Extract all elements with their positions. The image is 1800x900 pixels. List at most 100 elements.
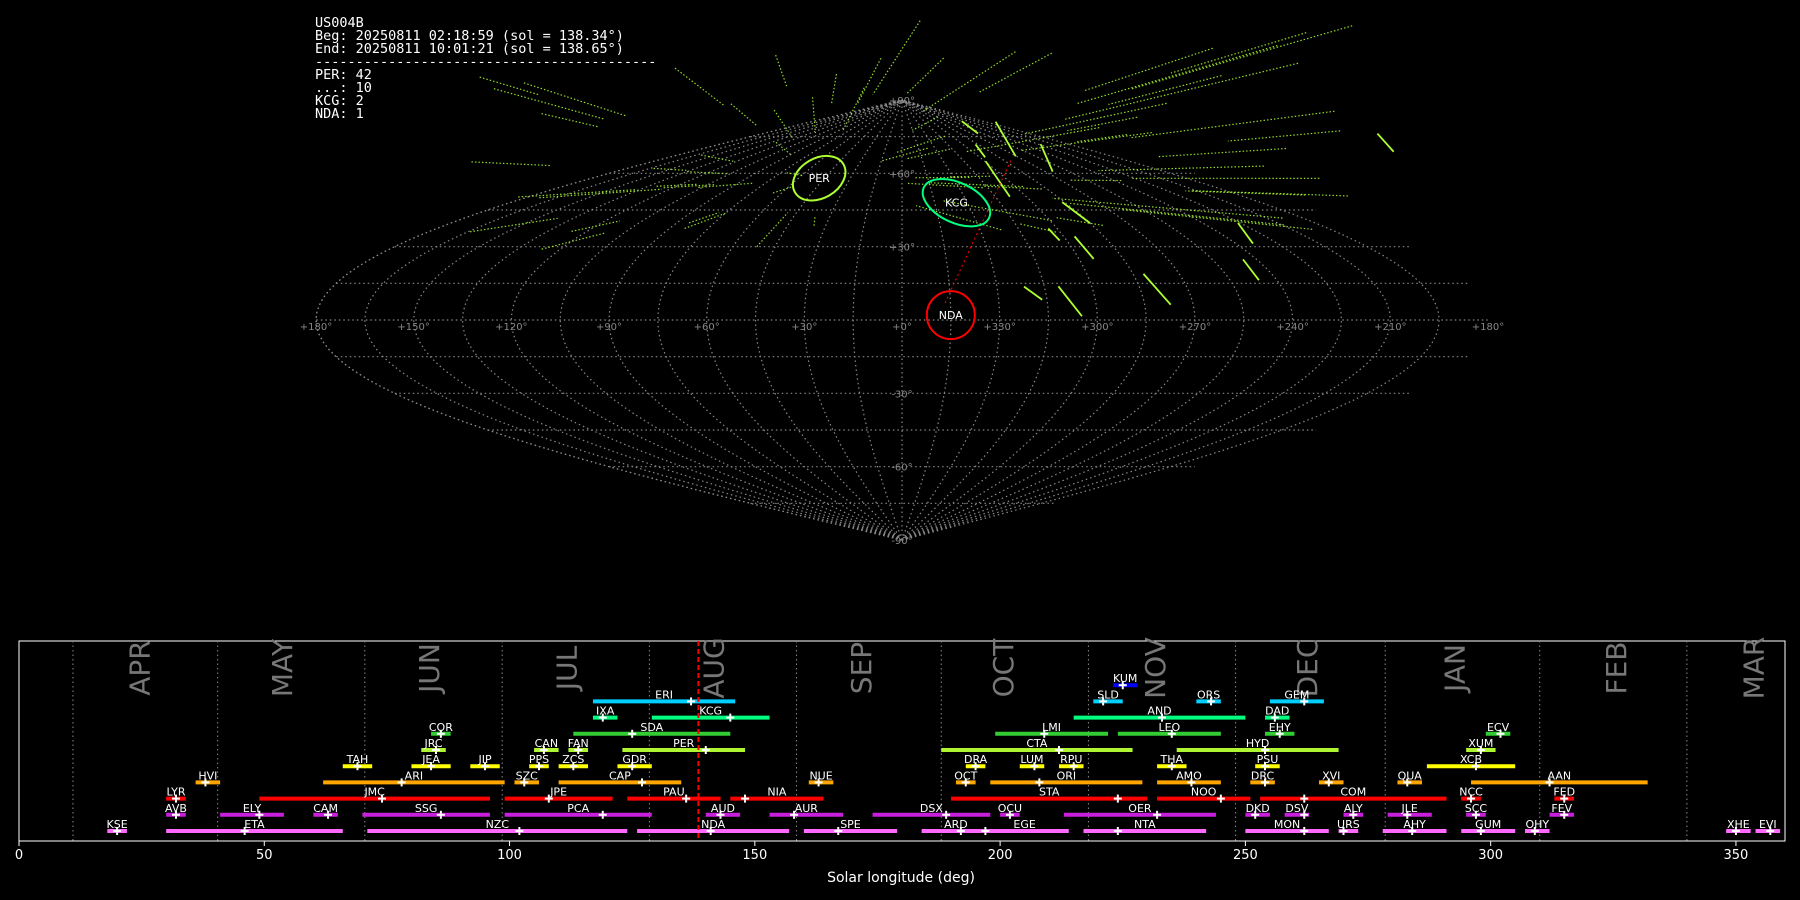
shower-label-eta: ETA [244,818,265,831]
meteor-track [1098,165,1264,172]
shower-label-qua: QUA [1398,769,1423,782]
meteor-track [872,20,921,95]
month-label: JUN [413,643,446,695]
meteor-track [1376,132,1395,153]
shower-label-ahy: AHY [1403,818,1426,831]
shower-label-ecv: ECV [1487,721,1510,734]
shower-label-sld: SLD [1097,688,1119,701]
shower-label-ari: ARI [405,769,423,782]
lon-tick-label: +180° [1472,322,1504,333]
meteor-track [1129,110,1335,139]
shower-label-kcg: KCG [699,705,722,718]
meteor-track [471,161,552,167]
shower-label-eri: ERI [655,688,673,701]
shower-label-xum: XUM [1468,737,1493,750]
shower-label-noo: NOO [1191,786,1217,799]
shower-label-kse: KSE [107,818,128,831]
radiant-label-kcg: KCG [945,197,968,210]
shower-label-hyd: HYD [1246,737,1269,750]
lat-tick-label: +30° [889,243,915,254]
shower-label-ixa: IXA [596,705,615,718]
shower-label-aud: AUD [711,802,735,815]
meteor-track [539,188,662,199]
shower-label-ncc: NCC [1459,786,1483,799]
shower-label-cap: CAP [609,769,631,782]
meteor-track [469,217,558,233]
radiant-label-nda: NDA [939,309,964,322]
lon-tick-label: +330° [983,322,1015,333]
lat-tick-label: -90° [891,536,912,547]
chart-canvas: +180° +150° +120° +90° +60° +30° +0° +330° +300°… [15,20,1786,886]
meteor-track [830,73,838,105]
meteor-track [842,87,865,132]
shower-label-lum: LUM [1020,753,1043,766]
meteor-track [541,232,605,250]
x-tick-label: 150 [742,848,767,863]
shower-label-jea: JEA [421,753,440,766]
shower-label-cta: CTA [1026,737,1048,750]
shower-label-dkd: DKD [1246,802,1270,815]
shower-label-kum: KUM [1113,672,1137,685]
shower-label-gum: GUM [1475,818,1501,831]
meteor-track [1158,147,1287,158]
shower-label-ori: ORI [1057,769,1077,782]
meteor-track [811,97,817,134]
lat-tick-label: +60° [889,169,915,180]
radiant-label-per: PER [809,172,831,185]
shower-label-dra: DRA [964,753,988,766]
shower-label-fan: FAN [568,737,589,750]
shower-label-sta: STA [1039,786,1060,799]
shower-label-xvi: XVI [1322,769,1340,782]
shower-label-pau: PAU [663,786,685,799]
meteor-track [966,127,1100,153]
shower-label-dad: DAD [1265,705,1289,718]
shower-label-aan: AAN [1548,769,1572,782]
meteor-track [730,103,758,127]
meteor-track [1077,44,1278,105]
shower-label-oct: OCT [954,769,977,782]
month-label: MAY [266,638,299,697]
shower-label-dsv: DSV [1285,802,1308,815]
shower-label-gdr: GDR [622,753,647,766]
shower-label-ocu: OCU [998,802,1022,815]
meteor-track [700,154,734,162]
month-label: SEP [845,642,878,694]
shower-label-xcb: XCB [1460,753,1482,766]
meteor-track [1051,197,1283,219]
lon-tick-label: +300° [1081,322,1113,333]
shower-label-tah: TAH [346,753,369,766]
meteor-track [1120,208,1313,230]
meteor-track [1077,133,1128,143]
meteor-track [1057,285,1083,317]
x-tick-label: 200 [988,848,1013,863]
month-label: JAN [1438,644,1471,694]
shower-label-nda: NDA [701,818,726,831]
shower-label-scc: SCC [1465,802,1488,815]
meteor-track [979,52,1053,93]
shower-label-jmc: JMC [363,786,385,799]
lon-tick-label: +60° [694,322,720,333]
lon-tick-label: +120° [495,322,527,333]
meteor-track [1073,235,1095,260]
shower-label-nue: NUE [809,769,832,782]
shower-label-sda: SDA [640,721,663,734]
meteor-track [479,76,540,96]
shower-label-cam: CAM [313,802,338,815]
meteor-track [1082,47,1214,92]
x-tick-label: 100 [497,848,522,863]
meteor-track [1039,143,1054,172]
lon-tick-label: +240° [1276,322,1308,333]
shower-label-psu: PSU [1257,753,1279,766]
sky-map: +180° +150° +120° +90° +60° +30° +0° +330° +300°… [300,20,1504,547]
meteor-track [1023,285,1043,301]
meteor-track [813,216,816,226]
shower-label-jpe: JPE [549,786,567,799]
meteor-track [1067,116,1138,132]
shower-label-per: PER [673,737,695,750]
x-axis-label: Solar longitude (deg) [827,870,975,886]
shower-label-can: CAN [535,737,558,750]
x-tick-label: 0 [15,848,23,863]
meteor-track [1142,273,1172,306]
shower-label-ege: EGE [1013,818,1035,831]
meteor-track [1129,25,1353,90]
